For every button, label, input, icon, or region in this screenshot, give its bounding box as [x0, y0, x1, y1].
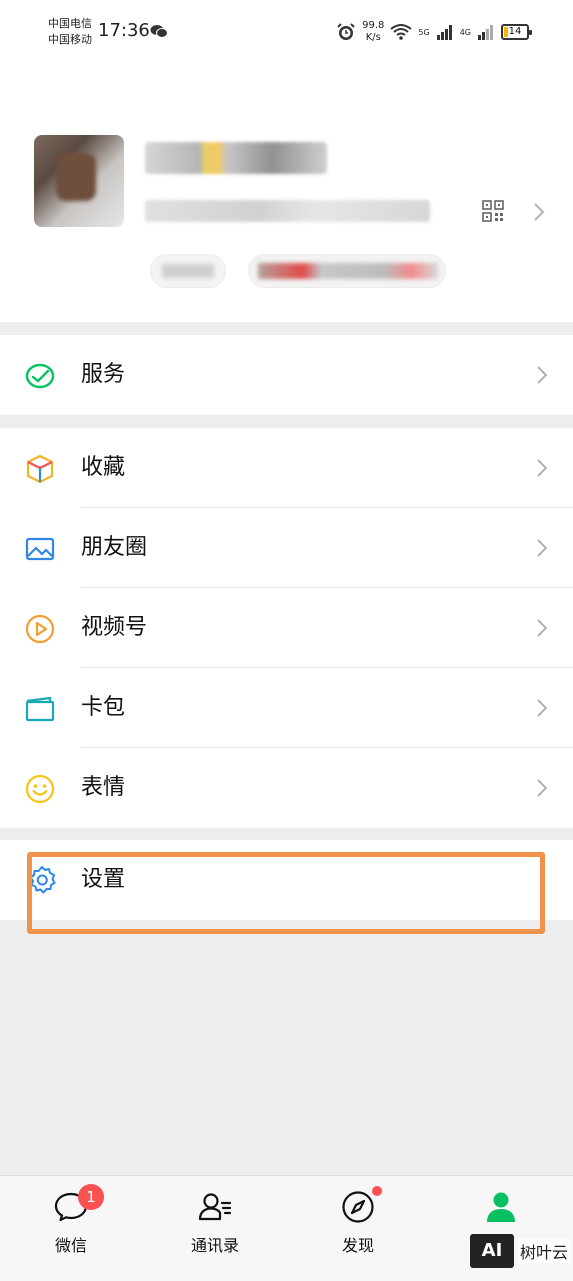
- carrier-2: 中国移动: [48, 33, 92, 46]
- wechat-notification-icon: [150, 25, 168, 38]
- battery-level: 14: [508, 26, 522, 37]
- menu-item-stickers[interactable]: 表情: [0, 748, 573, 828]
- card-wallet-icon: [25, 696, 55, 722]
- watermark: AI 树叶云: [470, 1232, 571, 1270]
- menu-item-label: 视频号: [81, 615, 148, 640]
- tab-discover[interactable]: 发现: [313, 1184, 403, 1264]
- compass-icon: [342, 1191, 374, 1223]
- menu-item-card-wallet[interactable]: 卡包: [0, 668, 573, 748]
- status-time: 17:36: [98, 20, 150, 41]
- chevron-right-icon: [537, 619, 548, 637]
- signal-icon-2: [478, 25, 493, 40]
- stickers-icon: [25, 774, 55, 804]
- menu-item-favorites[interactable]: 收藏: [0, 428, 573, 508]
- chevron-right-icon: [537, 459, 548, 477]
- menu-item-services[interactable]: 服务: [0, 335, 573, 415]
- signal-icon-1: [436, 25, 452, 40]
- menu-item-channels[interactable]: 视频号: [0, 588, 573, 668]
- discover-new-dot: [372, 1186, 382, 1196]
- alarm-icon: [337, 23, 355, 40]
- network-type-1: 5G: [418, 27, 430, 37]
- tab-label: 微信: [54, 1236, 87, 1255]
- carrier-labels: 中国电信 中国移动: [48, 16, 92, 48]
- status-tag-blurred[interactable]: [150, 254, 226, 288]
- settings-highlight-box: [27, 852, 545, 934]
- menu-item-label: 服务: [81, 362, 126, 387]
- status-indicators: 99.8 K/s 5G 4G 14: [336, 18, 532, 46]
- qr-code-icon[interactable]: [482, 200, 504, 222]
- tab-chats[interactable]: 1 微信: [26, 1184, 116, 1264]
- network-speed: 99.8 K/s: [362, 20, 385, 43]
- chevron-right-icon: [537, 779, 548, 797]
- watermark-text: 树叶云: [518, 1239, 571, 1263]
- menu-item-label: 朋友圈: [81, 535, 148, 560]
- moments-icon: [25, 537, 55, 561]
- tab-label: 发现: [341, 1236, 374, 1255]
- menu-section-main: 收藏 朋友圈 视频号 卡包 表情: [0, 428, 573, 828]
- wifi-icon: [390, 24, 413, 40]
- menu-item-label: 收藏: [81, 455, 126, 480]
- friends-status-tag-blurred[interactable]: [248, 254, 446, 288]
- menu-item-label: 卡包: [81, 695, 126, 720]
- chevron-right-icon: [537, 699, 548, 717]
- menu-item-label: 表情: [81, 775, 126, 800]
- carrier-1: 中国电信: [48, 17, 92, 30]
- tab-contacts[interactable]: 通讯录: [170, 1184, 260, 1264]
- unread-badge: 1: [78, 1184, 104, 1210]
- wechat-id-blurred: [145, 200, 430, 222]
- nickname-blurred: [145, 142, 327, 174]
- menu-item-moments[interactable]: 朋友圈: [0, 508, 573, 588]
- chevron-right-icon: [537, 366, 548, 384]
- menu-section-services: 服务: [0, 335, 573, 415]
- favorites-icon: [26, 454, 54, 484]
- status-bar: 中国电信 中国移动 17:36 99.8 K/s 5G 4G 14: [0, 0, 573, 60]
- service-icon: [25, 363, 55, 389]
- tab-label: 通讯录: [190, 1236, 239, 1255]
- battery-icon: 14: [501, 24, 532, 40]
- profile-header[interactable]: [0, 60, 573, 322]
- contacts-icon: [198, 1193, 232, 1221]
- chevron-right-icon[interactable]: [532, 202, 546, 222]
- chevron-right-icon: [537, 539, 548, 557]
- channels-icon: [25, 614, 55, 644]
- me-person-icon: [487, 1192, 515, 1222]
- avatar[interactable]: [34, 135, 124, 227]
- watermark-logo: AI: [470, 1234, 514, 1268]
- network-type-2: 4G: [459, 27, 471, 37]
